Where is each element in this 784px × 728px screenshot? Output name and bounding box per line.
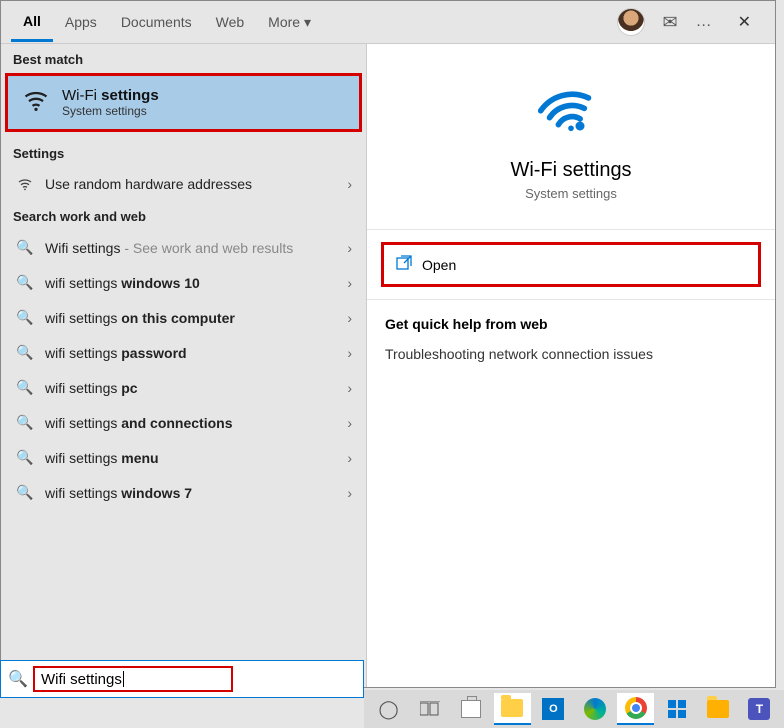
detail-subtitle: System settings bbox=[377, 186, 765, 201]
web-suggestion[interactable]: 🔍 wifi settings and connections › bbox=[1, 405, 366, 440]
web-suggestion[interactable]: 🔍 wifi settings password › bbox=[1, 335, 366, 370]
settings-item-random-mac[interactable]: Use random hardware addresses › bbox=[1, 167, 366, 201]
search-panel: All Apps Documents Web More ▾ ✉ … ✕ Best… bbox=[0, 0, 776, 688]
section-search-web: Search work and web bbox=[1, 201, 366, 230]
search-input-container[interactable]: 🔍 Wifi settings bbox=[0, 660, 364, 698]
search-icon: 🔍 bbox=[1, 669, 35, 689]
search-icon: 🔍 bbox=[15, 239, 35, 256]
web-suggestion[interactable]: 🔍 wifi settings pc › bbox=[1, 370, 366, 405]
chevron-right-icon: › bbox=[347, 415, 352, 431]
close-button[interactable]: ✕ bbox=[732, 6, 757, 38]
chevron-right-icon: › bbox=[347, 345, 352, 361]
search-icon: 🔍 bbox=[15, 414, 35, 431]
search-icon: 🔍 bbox=[15, 344, 35, 361]
section-best-match: Best match bbox=[1, 44, 366, 73]
taskbar-app-generic[interactable] bbox=[658, 693, 695, 725]
feedback-icon[interactable]: ✉ bbox=[663, 12, 678, 33]
help-link[interactable]: Troubleshooting network connection issue… bbox=[367, 342, 775, 366]
taskbar-app-teams[interactable]: T bbox=[741, 693, 778, 725]
web-suggestion[interactable]: 🔍 wifi settings on this computer › bbox=[1, 300, 366, 335]
taskbar-app-outlook[interactable]: O bbox=[535, 693, 572, 725]
web-suggestion[interactable]: 🔍 wifi settings menu › bbox=[1, 440, 366, 475]
taskbar: ◯ O T bbox=[364, 690, 784, 728]
chevron-right-icon: › bbox=[347, 380, 352, 396]
chevron-right-icon: › bbox=[347, 176, 352, 192]
results-list: Best match Wi-Fi settings System setting… bbox=[1, 44, 366, 687]
tab-documents[interactable]: Documents bbox=[109, 4, 204, 40]
web-suggestion[interactable]: 🔍 wifi settings windows 10 › bbox=[1, 265, 366, 300]
wifi-icon bbox=[377, 72, 765, 149]
tab-apps[interactable]: Apps bbox=[53, 4, 109, 40]
best-match-title: Wi-Fi settings bbox=[62, 87, 159, 104]
detail-pane: Wi-Fi settings System settings Open Get … bbox=[366, 44, 775, 687]
user-avatar[interactable] bbox=[617, 8, 645, 36]
web-suggestion[interactable]: 🔍 Wifi settings - See work and web resul… bbox=[1, 230, 366, 265]
tab-web[interactable]: Web bbox=[204, 4, 257, 40]
best-match-item[interactable]: Wi-Fi settings System settings bbox=[5, 73, 362, 132]
wifi-icon bbox=[15, 176, 35, 192]
search-icon: 🔍 bbox=[15, 484, 35, 501]
open-action[interactable]: Open bbox=[381, 242, 761, 287]
filter-tabs: All Apps Documents Web More ▾ ✉ … ✕ bbox=[1, 1, 775, 43]
open-icon bbox=[396, 255, 412, 274]
taskbar-app-generic[interactable] bbox=[700, 693, 737, 725]
section-settings: Settings bbox=[1, 138, 366, 167]
taskbar-app-explorer[interactable] bbox=[494, 693, 531, 725]
search-icon: 🔍 bbox=[15, 379, 35, 396]
detail-title: Wi-Fi settings bbox=[377, 159, 765, 182]
chevron-right-icon: › bbox=[347, 485, 352, 501]
best-match-subtitle: System settings bbox=[62, 104, 159, 118]
taskbar-app-chrome[interactable] bbox=[617, 693, 654, 725]
wifi-icon bbox=[22, 86, 50, 119]
help-header: Get quick help from web bbox=[367, 310, 775, 342]
tab-all[interactable]: All bbox=[11, 3, 53, 42]
search-input[interactable]: Wifi settings bbox=[33, 666, 233, 692]
taskbar-app-store[interactable] bbox=[452, 693, 489, 725]
chevron-right-icon: › bbox=[347, 450, 352, 466]
chevron-right-icon: › bbox=[347, 310, 352, 326]
search-icon: 🔍 bbox=[15, 309, 35, 326]
task-view-button[interactable] bbox=[411, 693, 448, 725]
search-icon: 🔍 bbox=[15, 449, 35, 466]
cortana-button[interactable]: ◯ bbox=[370, 693, 407, 725]
taskbar-app-edge[interactable] bbox=[576, 693, 613, 725]
settings-item-label: Use random hardware addresses bbox=[45, 176, 347, 192]
web-suggestion[interactable]: 🔍 wifi settings windows 7 › bbox=[1, 475, 366, 510]
chevron-right-icon: › bbox=[347, 240, 352, 256]
open-label: Open bbox=[422, 257, 456, 273]
search-icon: 🔍 bbox=[15, 274, 35, 291]
more-options-icon[interactable]: … bbox=[696, 13, 714, 31]
chevron-right-icon: › bbox=[347, 275, 352, 291]
tab-more[interactable]: More ▾ bbox=[256, 4, 323, 41]
